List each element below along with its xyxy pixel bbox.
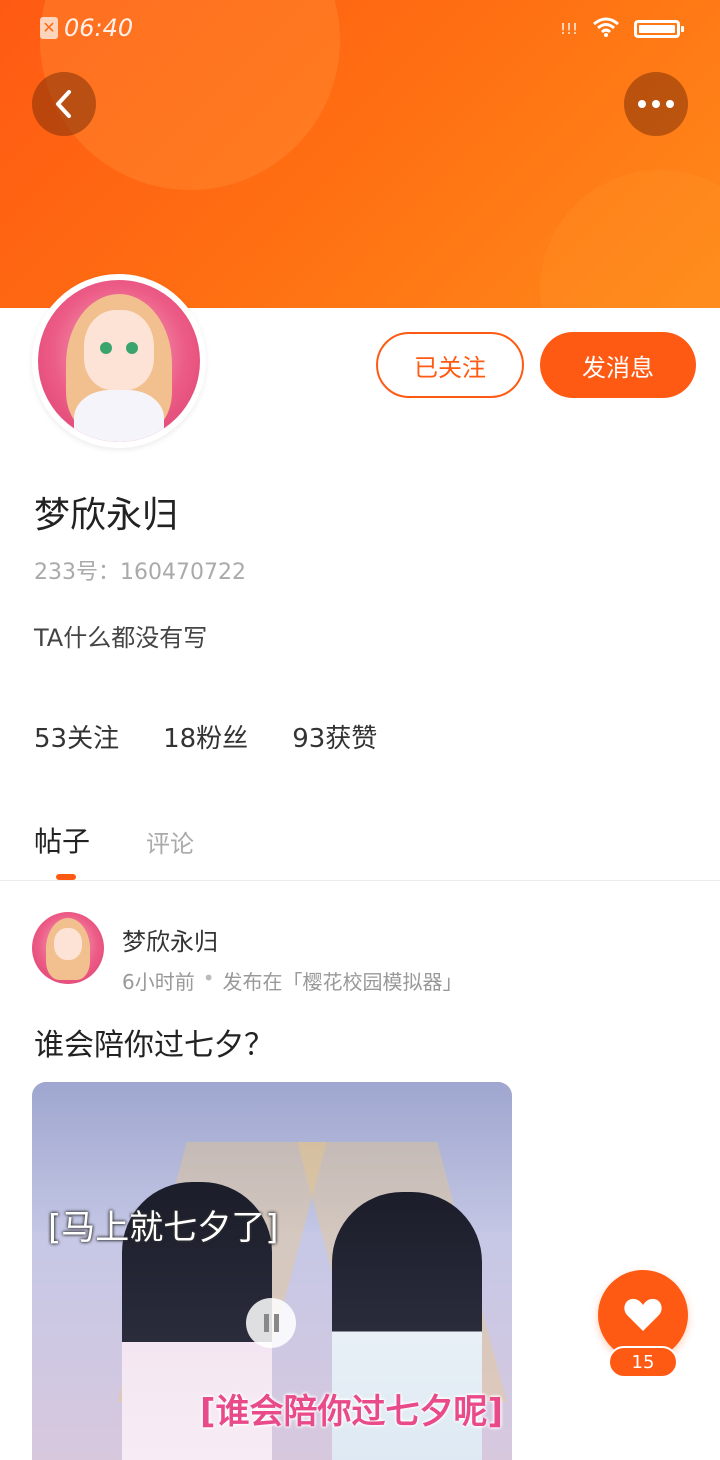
like-count: 15 — [608, 1346, 678, 1378]
status-time: ✕ 06:40 — [40, 14, 133, 42]
video-caption-top: [马上就七夕了] — [48, 1208, 279, 1248]
post-forum[interactable]: 发布在「樱花校园模拟器」 — [223, 966, 463, 995]
followers-count[interactable]: 18粉丝 — [163, 718, 248, 755]
likes-count: 93获赞 — [292, 724, 378, 754]
post-meta: 6小时前 • 发布在「樱花校园模拟器」 — [122, 966, 463, 995]
user-bio: TA什么都没有写 — [34, 624, 208, 652]
wifi-icon — [592, 16, 620, 42]
post-time: 6小时前 — [122, 970, 195, 994]
post-video[interactable]: [马上就七夕了] [谁会陪你过七夕呢] — [32, 1082, 512, 1460]
post-title[interactable]: 谁会陪你过七夕？ — [34, 1020, 274, 1064]
signal-icon: !!! — [559, 20, 578, 38]
tab-comments[interactable]: 评论 — [146, 824, 194, 859]
notification-icon: ✕ — [40, 17, 58, 39]
following-count[interactable]: 53关注 — [34, 718, 119, 755]
username: 梦欣永归 — [34, 495, 179, 536]
more-options-button[interactable] — [624, 72, 688, 136]
back-button[interactable] — [32, 72, 96, 136]
profile-avatar[interactable] — [32, 274, 206, 448]
chevron-left-icon — [56, 90, 71, 118]
header-banner: ✕ 06:40 !!! — [0, 0, 720, 308]
send-message-button[interactable]: 发消息 — [540, 332, 696, 398]
pause-icon[interactable] — [246, 1298, 296, 1348]
video-caption-bottom: [谁会陪你过七夕呢] — [200, 1392, 504, 1432]
battery-icon — [634, 20, 684, 38]
profile-screen: ✕ 06:40 !!! 已关注 发消息 梦欣永归 233号：160470722 … — [0, 0, 720, 1460]
heart-icon — [624, 1298, 662, 1331]
status-bar: ✕ 06:40 !!! — [0, 0, 720, 60]
separator-dot: • — [202, 966, 215, 990]
user-id: 233号：160470722 — [34, 560, 246, 585]
profile-tabs: 帖子 评论 — [0, 800, 720, 881]
following-button[interactable]: 已关注 — [376, 332, 524, 398]
status-clock: 06:40 — [64, 14, 134, 42]
tab-posts[interactable]: 帖子 — [34, 820, 90, 860]
tab-active-indicator — [56, 874, 76, 880]
post-author-name[interactable]: 梦欣永归 — [122, 922, 218, 957]
profile-stats: 53关注 18粉丝 93获赞 — [34, 718, 377, 755]
post-author-avatar[interactable] — [32, 912, 104, 984]
more-dots-icon — [638, 100, 674, 108]
